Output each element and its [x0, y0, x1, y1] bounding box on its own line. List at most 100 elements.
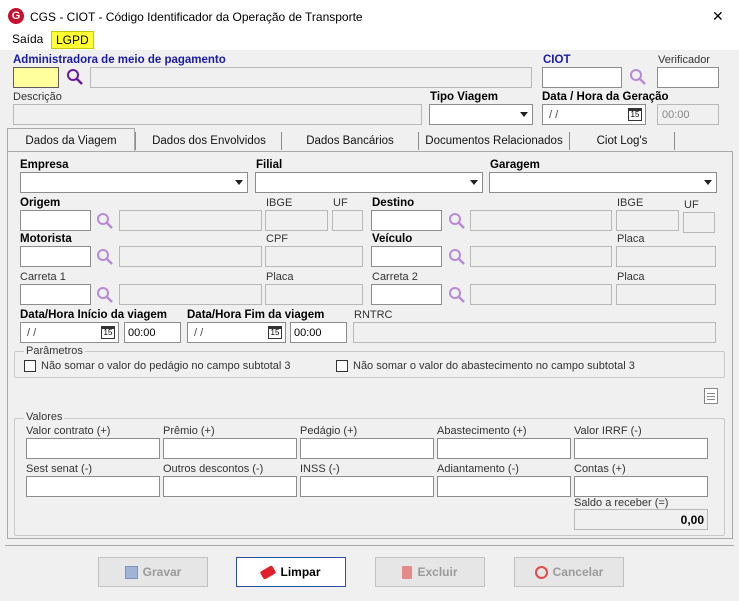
contas-label: Contas (+) — [574, 463, 626, 475]
close-icon[interactable]: ✕ — [712, 8, 724, 25]
ciot-input[interactable] — [542, 67, 622, 88]
chevron-down-icon[interactable] — [466, 173, 482, 192]
origem-text[interactable] — [21, 211, 90, 230]
tipo-viagem-select[interactable] — [429, 104, 533, 125]
fim-data-input[interactable]: / / 15 — [187, 322, 286, 343]
calendar-icon[interactable]: 15 — [628, 108, 642, 121]
gravar-button[interactable]: Gravar — [98, 557, 208, 587]
document-icon[interactable] — [704, 388, 718, 404]
inicio-hora-input[interactable]: 00:00 — [124, 322, 181, 343]
abastecimento-text[interactable] — [438, 439, 570, 458]
garagem-label: Garagem — [490, 159, 540, 171]
document-lines-icon — [707, 393, 715, 394]
carreta1-text[interactable] — [21, 285, 90, 304]
premio-input[interactable] — [163, 438, 297, 459]
pedagio-text[interactable] — [301, 439, 433, 458]
origem-search-icon[interactable] — [96, 212, 114, 230]
calendar-icon[interactable]: 15 — [101, 326, 115, 339]
pedagio-checkbox[interactable] — [24, 360, 36, 372]
outros-descontos-input[interactable] — [163, 476, 297, 497]
abastecimento-label: Abastecimento (+) — [437, 425, 527, 437]
carreta2-search-icon[interactable] — [448, 286, 466, 304]
data-geracao-input[interactable]: / / 15 — [542, 104, 646, 125]
inss-text[interactable] — [301, 477, 433, 496]
valor-contrato-text[interactable] — [27, 439, 159, 458]
carreta2-label: Carreta 2 — [372, 271, 418, 283]
sest-senat-text[interactable] — [27, 477, 159, 496]
rntrc-label: RNTRC — [354, 309, 393, 321]
tab-separator — [674, 132, 675, 150]
empresa-select[interactable] — [20, 172, 248, 193]
contas-input[interactable] — [574, 476, 708, 497]
fim-hora-input[interactable]: 00:00 — [290, 322, 347, 343]
motorista-text[interactable] — [21, 247, 90, 266]
abastecimento-input[interactable] — [437, 438, 571, 459]
parametros-title: Parâmetros — [24, 345, 85, 357]
destino-label: Destino — [372, 197, 415, 209]
destino-text[interactable] — [372, 211, 441, 230]
admin-code-input[interactable] — [13, 67, 59, 88]
hora-geracao-field: 00:00 — [657, 104, 719, 125]
motorista-search-icon[interactable] — [96, 248, 114, 266]
veiculo-text[interactable] — [372, 247, 441, 266]
calendar-icon[interactable]: 15 — [268, 326, 282, 339]
pedagio-input[interactable] — [300, 438, 434, 459]
carreta1-input[interactable] — [20, 284, 91, 305]
cancelar-button[interactable]: Cancelar — [514, 557, 624, 587]
motorista-input[interactable] — [20, 246, 91, 267]
eraser-icon — [260, 564, 277, 580]
abastecimento-checkbox[interactable] — [336, 360, 348, 372]
limpar-button[interactable]: Limpar — [236, 557, 346, 587]
rntrc-field — [353, 322, 716, 343]
veiculo-search-icon[interactable] — [448, 248, 466, 266]
chevron-down-icon[interactable] — [516, 105, 532, 124]
filial-select[interactable] — [255, 172, 483, 193]
verificador-text[interactable] — [658, 68, 718, 87]
menu-lgpd[interactable]: LGPD — [51, 31, 94, 49]
time-text: 00:00 — [128, 327, 156, 339]
origem-uf-field — [332, 210, 363, 231]
tab-dados-envolvidos[interactable]: Dados dos Envolvidos — [138, 131, 280, 152]
admin-search-icon[interactable] — [66, 68, 84, 86]
menu-exit[interactable]: Saída — [12, 32, 43, 46]
destino-ibge-field — [616, 210, 679, 231]
inicio-data-input[interactable]: / / 15 — [20, 322, 119, 343]
verificador-label: Verificador — [658, 54, 710, 66]
irrf-input[interactable] — [574, 438, 708, 459]
ciot-search-icon[interactable] — [629, 68, 647, 86]
destino-search-icon[interactable] — [448, 212, 466, 230]
valor-contrato-input[interactable] — [26, 438, 160, 459]
carreta2-input[interactable] — [371, 284, 442, 305]
outros-descontos-text[interactable] — [164, 477, 296, 496]
admin-code-text[interactable] — [14, 68, 58, 87]
veiculo-name-field — [470, 246, 612, 267]
origem-input[interactable] — [20, 210, 91, 231]
tab-documentos[interactable]: Documentos Relacionados — [420, 131, 568, 152]
chevron-down-icon[interactable] — [231, 173, 247, 192]
destino-input[interactable] — [371, 210, 442, 231]
contas-text[interactable] — [575, 477, 707, 496]
chevron-down-icon[interactable] — [700, 173, 716, 192]
tab-dados-viagem[interactable]: Dados da Viagem — [7, 128, 135, 152]
ciot-text[interactable] — [543, 68, 621, 87]
garagem-select[interactable] — [489, 172, 717, 193]
tab-ciot-logs[interactable]: Ciot Log's — [571, 131, 673, 152]
excluir-button[interactable]: Excluir — [375, 557, 485, 587]
tab-dados-bancarios[interactable]: Dados Bancários — [283, 131, 417, 152]
verificador-input[interactable] — [657, 67, 719, 88]
sest-senat-input[interactable] — [26, 476, 160, 497]
adiantamento-text[interactable] — [438, 477, 570, 496]
inss-input[interactable] — [300, 476, 434, 497]
carreta2-text[interactable] — [372, 285, 441, 304]
tab-separator — [135, 132, 136, 150]
premio-text[interactable] — [164, 439, 296, 458]
veiculo-input[interactable] — [371, 246, 442, 267]
tipo-viagem-label: Tipo Viagem — [430, 91, 498, 103]
data-hora-geracao-label: Data / Hora da Geração — [542, 91, 669, 103]
admin-name-field — [90, 67, 532, 88]
saldo-value: 0,00 — [680, 513, 704, 527]
carreta1-search-icon[interactable] — [96, 286, 114, 304]
limpar-label: Limpar — [280, 565, 321, 579]
adiantamento-input[interactable] — [437, 476, 571, 497]
irrf-text[interactable] — [575, 439, 707, 458]
